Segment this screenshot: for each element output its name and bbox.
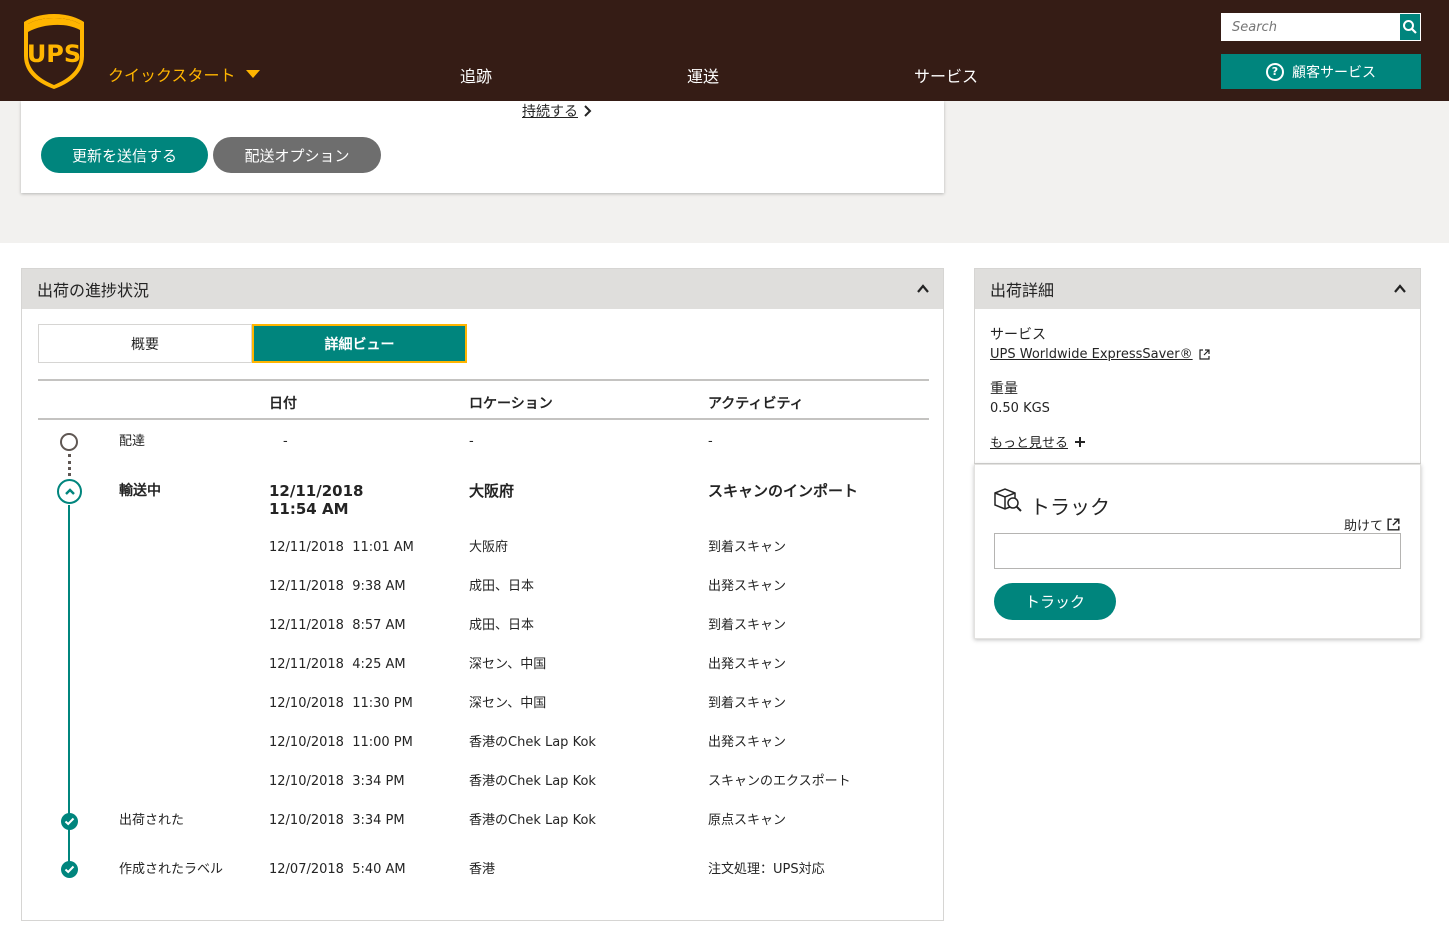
- row-activity: 到着スキャン: [708, 540, 787, 555]
- show-more-label: もっと見せる: [990, 436, 1069, 451]
- row-location: 香港のChek Lap Kok: [469, 735, 596, 750]
- track-title: トラック: [1030, 495, 1110, 519]
- row-activity: スキャンのインポート: [708, 482, 859, 500]
- row-date: 12/10/2018 3:34 PM: [269, 774, 405, 789]
- submit-update-button[interactable]: 更新を送信する: [41, 137, 208, 173]
- row-status: 配達: [119, 434, 146, 449]
- row-activity: 出発スキャン: [708, 657, 787, 672]
- row-activity: -: [708, 434, 713, 449]
- row-location: 香港: [469, 862, 496, 877]
- row-date: 12/11/2018 11:54 AM: [269, 482, 364, 518]
- track-widget: トラック 助けて トラック: [974, 464, 1421, 639]
- timeline-check-icon: [61, 861, 78, 878]
- table-divider: [38, 379, 929, 381]
- row-activity: スキャンのエクスポート: [708, 774, 851, 789]
- row-date: 12/11/2018 8:57 AM: [269, 618, 406, 633]
- timeline-check-icon: [61, 813, 78, 830]
- row-location: 深セン、中国: [469, 696, 547, 711]
- weight-value: 0.50 KGS: [990, 401, 1050, 416]
- customer-service-button[interactable]: ? 顧客サービス: [1221, 54, 1421, 89]
- continue-link[interactable]: 持続する: [522, 101, 592, 121]
- row-activity: 出発スキャン: [708, 579, 787, 594]
- progress-panel-header[interactable]: 出荷の進捗状況: [22, 269, 943, 309]
- external-link-icon: [1387, 518, 1400, 531]
- row-status: 輸送中: [119, 483, 161, 499]
- row-activity: 注文処理：UPS対応: [708, 862, 825, 877]
- shipment-action-card: 持続する 更新を送信する 配送オプション: [21, 101, 944, 193]
- help-link[interactable]: 助けて: [1344, 515, 1400, 534]
- svg-text:UPS: UPS: [27, 40, 81, 68]
- continue-link-label: 持続する: [522, 104, 578, 120]
- row-date: 12/11/2018 4:25 AM: [269, 657, 406, 672]
- package-search-icon: [994, 488, 1022, 512]
- site-header: UPS クイックスタート 追跡 運送 サービス ? 顧客サービス: [0, 0, 1449, 101]
- row-status: 出荷された: [119, 813, 185, 828]
- search-icon: [1403, 20, 1417, 34]
- row-activity: 到着スキャン: [708, 618, 787, 633]
- external-link-icon: [1199, 349, 1210, 360]
- timeline-dotted-line: [68, 454, 71, 476]
- nav-services[interactable]: サービス: [914, 63, 978, 87]
- search-input[interactable]: [1222, 14, 1400, 40]
- plus-icon: [1075, 436, 1086, 447]
- nav-tracking[interactable]: 追跡: [460, 63, 492, 87]
- help-link-label: 助けて: [1343, 519, 1383, 534]
- row-date: 12/07/2018 5:40 AM: [269, 862, 406, 877]
- ups-logo[interactable]: UPS: [22, 12, 86, 90]
- tab-summary[interactable]: 概要: [38, 324, 252, 363]
- row-location: 成田、日本: [469, 579, 535, 594]
- timeline-current-icon: [57, 479, 82, 504]
- column-header-date: 日付: [269, 396, 297, 412]
- column-header-location: ロケーション: [469, 396, 553, 412]
- row-date: 12/10/2018 3:34 PM: [269, 813, 405, 828]
- row-date: 12/10/2018 11:30 PM: [269, 696, 413, 711]
- track-button[interactable]: トラック: [994, 583, 1116, 620]
- service-label: サービス: [990, 327, 1046, 343]
- service-link[interactable]: UPS Worldwide ExpressSaver®: [990, 347, 1210, 362]
- timeline-pending-icon: [60, 433, 78, 451]
- row-date: 12/10/2018 11:00 PM: [269, 735, 413, 750]
- caret-down-icon: [245, 70, 260, 78]
- delivery-options-button[interactable]: 配送オプション: [213, 137, 381, 173]
- details-panel-header[interactable]: 出荷詳細: [975, 269, 1420, 309]
- timeline-line: [68, 505, 70, 865]
- row-status: 作成されたラベル: [119, 862, 224, 877]
- quickstart-menu[interactable]: クイックスタート: [108, 62, 260, 86]
- nav-shipping[interactable]: 運送: [687, 63, 719, 87]
- quickstart-label: クイックスタート: [108, 66, 236, 85]
- row-location: 深セン、中国: [469, 657, 547, 672]
- chevron-right-icon: [584, 105, 592, 117]
- row-activity: 到着スキャン: [708, 696, 787, 711]
- row-date: -: [283, 434, 288, 449]
- column-header-activity: アクティビティ: [708, 396, 804, 412]
- row-activity: 原点スキャン: [708, 813, 787, 828]
- service-link-label: UPS Worldwide ExpressSaver®: [990, 347, 1193, 362]
- row-date: 12/11/2018 9:38 AM: [269, 579, 406, 594]
- row-location: 成田、日本: [469, 618, 535, 633]
- chevron-up-icon[interactable]: [1394, 283, 1406, 295]
- tracking-number-input[interactable]: [994, 533, 1401, 569]
- details-panel-title: 出荷詳細: [990, 281, 1055, 300]
- show-more-link[interactable]: もっと見せる: [990, 432, 1086, 451]
- chevron-up-icon[interactable]: [917, 283, 929, 295]
- tab-detail-view[interactable]: 詳細ビュー: [252, 324, 467, 363]
- row-location: 大阪府: [469, 540, 509, 555]
- row-activity: 出発スキャン: [708, 735, 787, 750]
- search-button[interactable]: [1400, 14, 1420, 40]
- row-date: 12/11/2018 11:01 AM: [269, 540, 414, 555]
- customer-service-label: 顧客サービス: [1292, 64, 1376, 81]
- search-box: [1221, 13, 1421, 41]
- weight-label: 重量: [990, 381, 1018, 397]
- progress-panel-title: 出荷の進捗状況: [37, 281, 150, 300]
- row-location: 大阪府: [469, 482, 515, 500]
- table-divider: [38, 418, 929, 420]
- help-circle-icon: ?: [1266, 62, 1284, 81]
- shipment-details-panel: 出荷詳細 サービス UPS Worldwide ExpressSaver® 重量…: [974, 268, 1421, 464]
- row-location: 香港のChek Lap Kok: [469, 813, 596, 828]
- row-location: -: [469, 434, 474, 449]
- shipment-progress-panel: 出荷の進捗状況 概要 詳細ビュー 日付 ロケーション アクティビティ 配達 - …: [21, 268, 944, 921]
- row-location: 香港のChek Lap Kok: [469, 774, 596, 789]
